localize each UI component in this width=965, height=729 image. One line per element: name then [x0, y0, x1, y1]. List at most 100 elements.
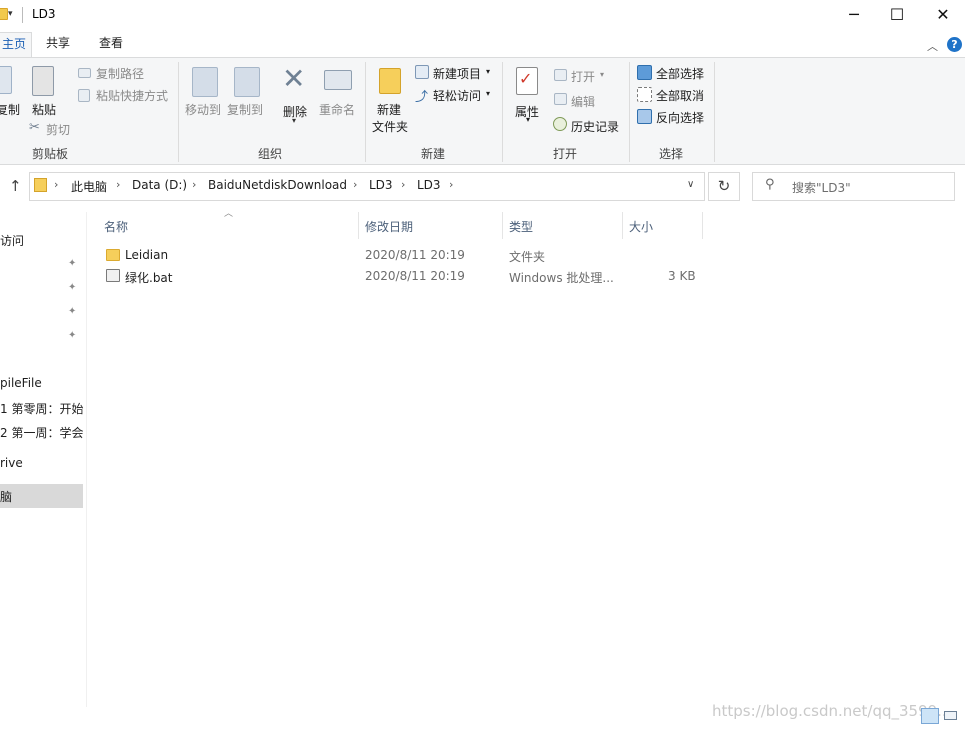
- new-folder-label-1[interactable]: 新建: [377, 101, 401, 118]
- column-header-type[interactable]: 类型: [509, 218, 533, 235]
- divider: [365, 62, 366, 162]
- copy-path-icon: [78, 68, 91, 78]
- file-size: 3 KB: [668, 269, 696, 283]
- copy-to-icon: [234, 67, 260, 97]
- nav-item-week0[interactable]: 1 第零周：开始: [0, 400, 83, 417]
- breadcrumb-ld3[interactable]: LD3: [369, 178, 393, 192]
- chevron-down-icon[interactable]: ▾: [486, 67, 490, 76]
- column-divider[interactable]: [702, 212, 703, 239]
- chevron-down-icon[interactable]: ∨: [687, 179, 694, 190]
- column-header-name[interactable]: 名称: [104, 218, 128, 235]
- file-type: Windows 批处理...: [509, 271, 614, 285]
- sort-ascending-icon: ︿: [224, 209, 234, 219]
- copy-to-button[interactable]: 复制到: [227, 101, 263, 118]
- chevron-right-icon[interactable]: ›: [353, 178, 357, 191]
- search-input[interactable]: [752, 172, 955, 201]
- copy-button[interactable]: 复制: [0, 101, 20, 118]
- rename-button[interactable]: 重命名: [319, 101, 355, 118]
- file-name[interactable]: 绿化.bat: [125, 269, 173, 286]
- breadcrumb-baidu[interactable]: BaiduNetdiskDownload: [208, 178, 347, 192]
- folder-icon: [0, 8, 8, 20]
- refresh-button[interactable]: ↻: [708, 172, 740, 201]
- divider: [502, 62, 503, 162]
- breadcrumb-data-drive[interactable]: Data (D:): [132, 178, 187, 192]
- chevron-right-icon[interactable]: ›: [449, 178, 453, 191]
- divider: [714, 62, 715, 162]
- group-label-open: 打开: [552, 147, 577, 161]
- paste-shortcut-button[interactable]: 粘贴快捷方式: [96, 87, 168, 104]
- new-folder-label-2[interactable]: 文件夹: [372, 118, 408, 135]
- column-divider[interactable]: [502, 212, 503, 239]
- group-label-organize: 组织: [257, 147, 282, 161]
- move-to-button[interactable]: 移动到: [185, 101, 221, 118]
- close-button[interactable]: ✕: [920, 0, 965, 30]
- group-label-clipboard: 剪贴板: [31, 147, 68, 161]
- invert-selection-icon: [637, 109, 652, 124]
- chevron-down-icon[interactable]: ▾: [486, 89, 490, 98]
- help-icon[interactable]: ?: [947, 37, 962, 52]
- chevron-right-icon[interactable]: ›: [192, 178, 196, 191]
- copy-icon: [0, 66, 12, 94]
- chevron-right-icon[interactable]: ›: [54, 178, 58, 191]
- chevron-down-icon[interactable]: ▾: [600, 70, 604, 79]
- column-divider[interactable]: [622, 212, 623, 239]
- file-name[interactable]: Leidian: [125, 248, 168, 262]
- history-button[interactable]: 历史记录: [571, 118, 619, 135]
- breadcrumb-this-pc[interactable]: 此电脑: [71, 178, 107, 195]
- chevron-right-icon[interactable]: ›: [401, 178, 405, 191]
- tab-home[interactable]: 主页: [0, 32, 32, 57]
- chevron-down-icon[interactable]: ▾: [526, 115, 530, 124]
- file-modified: 2020/8/11 20:19: [365, 269, 465, 283]
- chevron-right-icon[interactable]: ›: [116, 178, 120, 191]
- paste-button[interactable]: 粘贴: [32, 101, 56, 118]
- address-bar[interactable]: [29, 172, 705, 201]
- maximize-button[interactable]: ☐: [874, 0, 920, 30]
- refresh-icon: ↻: [717, 177, 731, 195]
- thumbnail-shape: [944, 711, 957, 720]
- column-header-size[interactable]: 大小: [629, 218, 653, 235]
- ribbon: [0, 57, 965, 165]
- title-bar: [0, 0, 965, 32]
- breadcrumb-ld3-current[interactable]: LD3: [417, 178, 441, 192]
- minimize-button[interactable]: ─: [831, 0, 877, 30]
- nav-item-this-pc[interactable]: 脑: [0, 488, 12, 505]
- details-view-icon[interactable]: [921, 708, 939, 724]
- chevron-down-icon[interactable]: ▾: [292, 116, 296, 125]
- new-folder-icon: [379, 68, 401, 94]
- large-icons-view-icon[interactable]: [942, 708, 960, 724]
- open-button[interactable]: 打开: [571, 68, 595, 85]
- checkmark-icon: ✓: [519, 69, 533, 88]
- select-none-button[interactable]: 全部取消: [656, 87, 704, 104]
- invert-selection-button[interactable]: 反向选择: [656, 109, 704, 126]
- easy-access-button[interactable]: 轻松访问: [433, 87, 481, 104]
- folder-icon: [106, 249, 120, 261]
- tab-share[interactable]: 共享: [36, 32, 80, 57]
- quick-access-dropdown-icon[interactable]: ▾: [8, 9, 13, 19]
- nav-item-mobilefile[interactable]: pileFile: [0, 376, 42, 390]
- pin-icon[interactable]: ✦: [68, 330, 76, 341]
- pin-icon[interactable]: ✦: [68, 258, 76, 269]
- window-title: LD3: [32, 7, 56, 21]
- column-divider[interactable]: [358, 212, 359, 239]
- edit-button[interactable]: 编辑: [571, 93, 595, 110]
- group-label-new: 新建: [420, 147, 445, 161]
- up-arrow-icon[interactable]: ↑: [9, 177, 22, 195]
- copy-path-button[interactable]: 复制路径: [96, 65, 144, 82]
- nav-item-week1[interactable]: 2 第一周：学会: [0, 424, 83, 441]
- paste-icon: [32, 66, 54, 96]
- history-icon: [553, 117, 567, 131]
- watermark: https://blog.csdn.net/qq_3599...: [712, 702, 952, 720]
- nav-item-onedrive[interactable]: rive: [0, 456, 23, 470]
- new-item-button[interactable]: 新建项目: [433, 65, 481, 82]
- open-icon: [554, 69, 567, 81]
- chevron-up-icon[interactable]: ︿: [927, 38, 938, 54]
- tab-view[interactable]: 查看: [89, 32, 133, 57]
- folder-icon: [34, 178, 47, 192]
- cut-button[interactable]: 剪切: [46, 121, 70, 138]
- group-label-select: 选择: [658, 147, 683, 161]
- pin-icon[interactable]: ✦: [68, 306, 76, 317]
- select-all-button[interactable]: 全部选择: [656, 65, 704, 82]
- pin-icon[interactable]: ✦: [68, 282, 76, 293]
- nav-item-quick-access[interactable]: 访问: [0, 232, 24, 249]
- column-header-modified[interactable]: 修改日期: [365, 218, 413, 235]
